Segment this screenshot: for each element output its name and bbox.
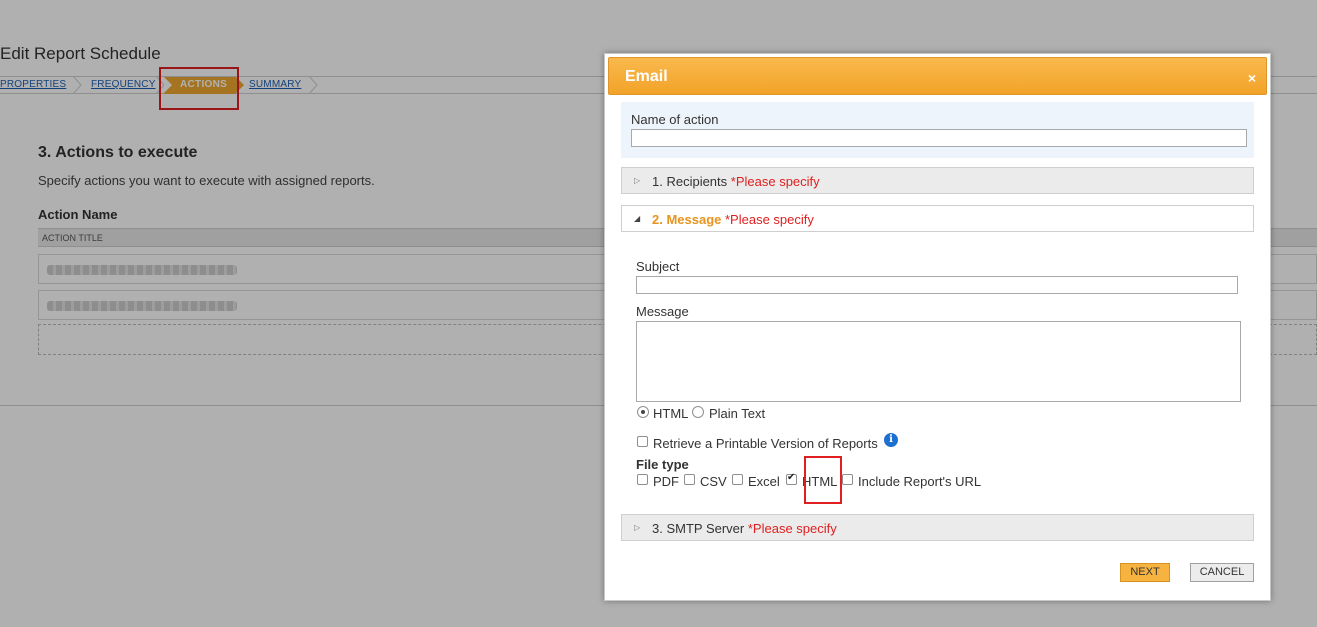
excel-label: Excel xyxy=(748,474,780,489)
recipients-label: 1. Recipients xyxy=(652,174,728,189)
message-textarea[interactable] xyxy=(636,321,1241,402)
cancel-button[interactable]: CANCEL xyxy=(1190,563,1254,582)
chevron-right-icon: ▷ xyxy=(634,523,641,532)
name-of-action-label: Name of action xyxy=(631,112,719,127)
include-url-label: Include Report's URL xyxy=(858,474,982,489)
include-url-checkbox[interactable] xyxy=(842,474,853,485)
name-of-action-input[interactable] xyxy=(631,129,1247,147)
message-title: 2. Message *Please specify xyxy=(652,212,814,227)
pdf-checkbox[interactable] xyxy=(637,474,648,485)
caret-down-icon: ◢ xyxy=(634,214,641,223)
recipients-section-header[interactable]: ▷ 1. Recipients *Please specify xyxy=(621,167,1254,194)
html-format-label: HTML xyxy=(653,406,689,421)
recipients-warning: *Please specify xyxy=(730,174,820,189)
dialog-header: Email × xyxy=(608,57,1267,95)
dialog-title: Email xyxy=(625,68,668,85)
printable-version-checkbox[interactable] xyxy=(637,436,648,447)
smtp-section-header[interactable]: ▷ 3. SMTP Server *Please specify xyxy=(621,514,1254,541)
email-dialog: Email × Name of action ▷ 1. Recipients *… xyxy=(604,53,1271,601)
chevron-right-icon: ▷ xyxy=(634,176,641,185)
message-section-header[interactable]: ◢ 2. Message *Please specify xyxy=(621,205,1254,232)
smtp-warning: *Please specify xyxy=(747,521,837,536)
message-section-label: 2. Message xyxy=(652,212,722,227)
close-icon[interactable]: × xyxy=(1248,70,1256,86)
html-format-radio[interactable] xyxy=(637,406,649,418)
html-checkbox[interactable] xyxy=(786,472,797,485)
message-warning: *Please specify xyxy=(725,212,814,227)
subject-label: Subject xyxy=(636,259,680,274)
smtp-label: 3. SMTP Server xyxy=(652,521,745,536)
plain-text-format-label: Plain Text xyxy=(709,406,766,421)
csv-label: CSV xyxy=(700,474,727,489)
plain-text-format-radio[interactable] xyxy=(692,406,704,418)
subject-input[interactable] xyxy=(636,276,1238,294)
pdf-label: PDF xyxy=(653,474,679,489)
smtp-title: 3. SMTP Server *Please specify xyxy=(652,521,837,536)
message-label: Message xyxy=(636,304,689,319)
recipients-title: 1. Recipients *Please specify xyxy=(652,174,820,189)
file-type-label: File type xyxy=(636,457,689,472)
excel-checkbox[interactable] xyxy=(732,474,743,485)
html-filetype-highlight xyxy=(804,456,842,504)
name-of-action-panel: Name of action xyxy=(621,102,1254,158)
csv-checkbox[interactable] xyxy=(684,474,695,485)
info-icon[interactable]: i xyxy=(884,433,898,447)
printable-version-label: Retrieve a Printable Version of Reports xyxy=(653,436,878,451)
next-button[interactable]: NEXT xyxy=(1120,563,1170,582)
